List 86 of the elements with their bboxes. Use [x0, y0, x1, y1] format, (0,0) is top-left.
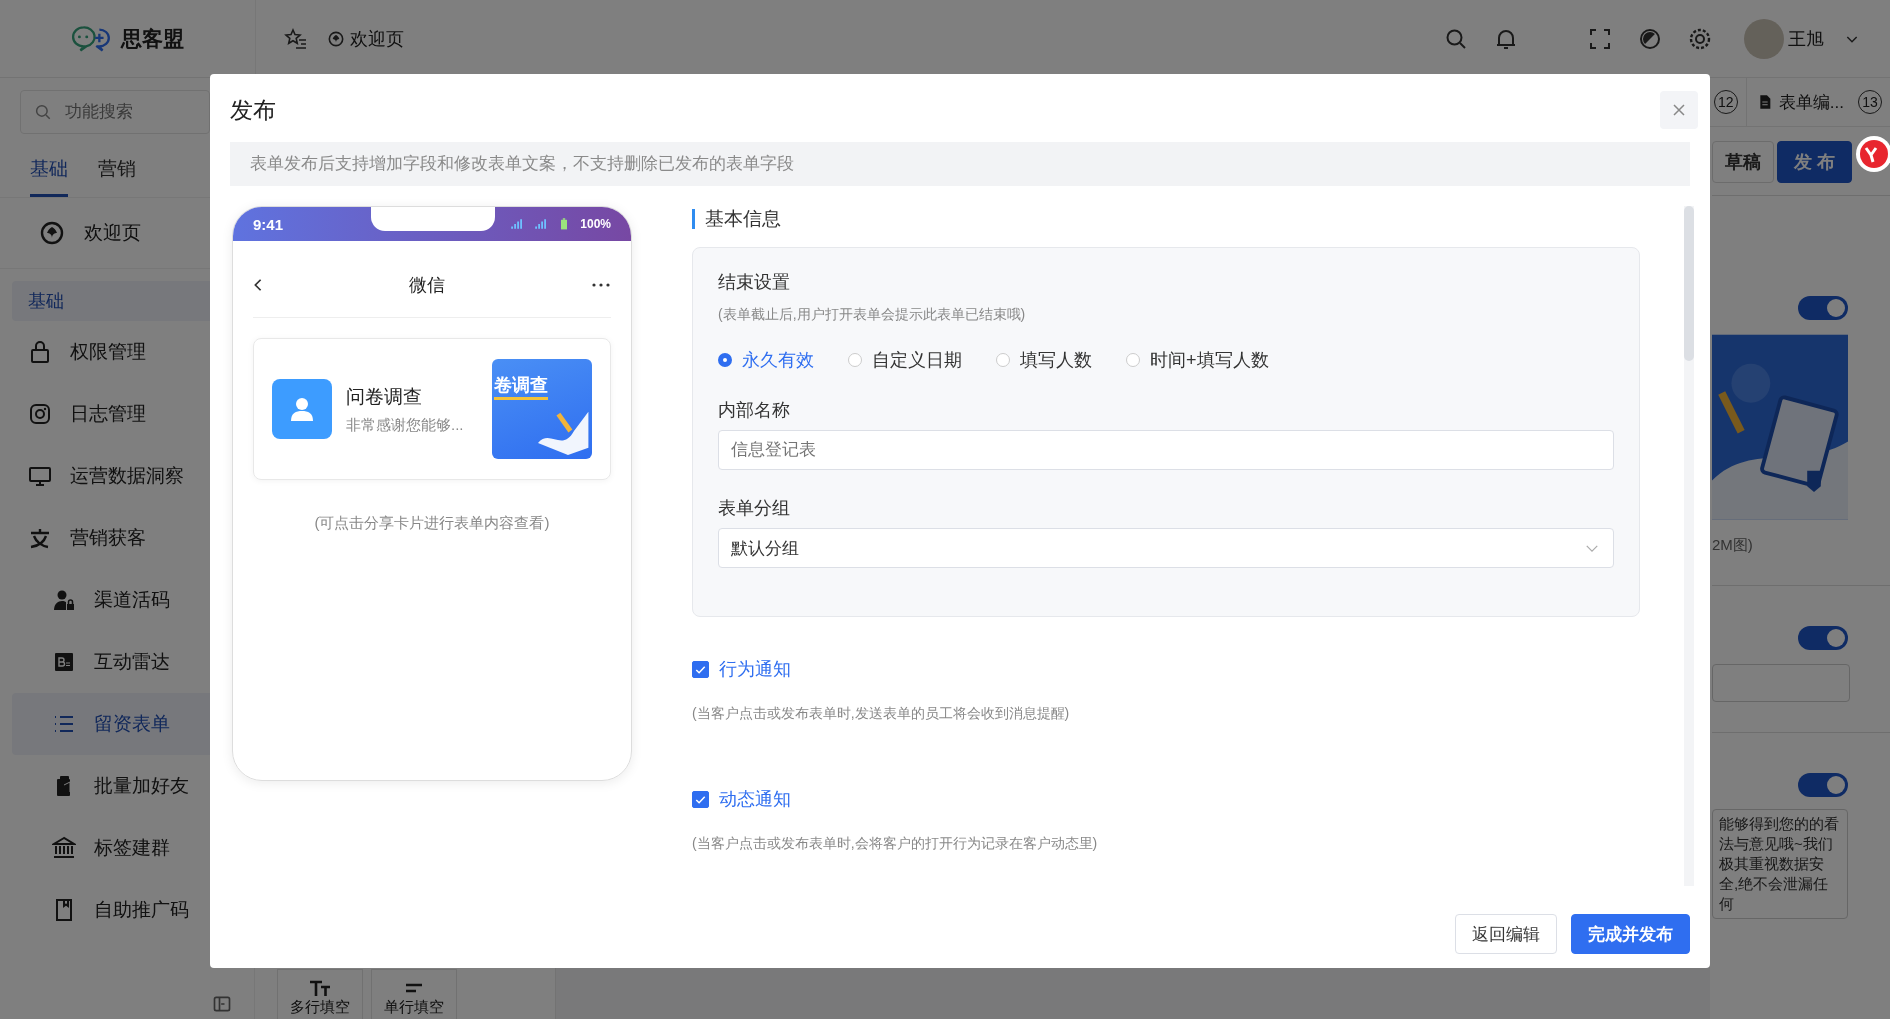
search-icon	[34, 103, 52, 121]
sidebar-item[interactable]: 运营数据洞察	[12, 445, 254, 507]
chat-title: 微信	[408, 274, 446, 297]
radio-option[interactable]: 填写人数	[996, 348, 1092, 372]
upload-hint: 2M图)	[1712, 536, 1753, 555]
action-button[interactable]: 发 布	[1777, 141, 1852, 183]
more-icon[interactable]	[591, 282, 611, 288]
page-tab[interactable]: 表单编... 13	[1745, 78, 1890, 126]
card-description: 非常感谢您能够...	[346, 415, 465, 435]
radio-option[interactable]: 永久有效	[718, 348, 814, 372]
lock-icon	[28, 340, 52, 364]
checkbox-hint: (当客户点击或发布表单时,发送表单的员工将会收到消息提醒)	[692, 705, 1070, 723]
text-size-icon	[308, 978, 332, 998]
toggle-switch[interactable]	[1798, 626, 1848, 650]
user-name[interactable]: 王旭	[1788, 26, 1824, 51]
status-time: 9:41	[253, 215, 284, 233]
action-button[interactable]: 草稿	[1712, 141, 1774, 183]
notice-bar: 表单发布后支持增加字段和修改表单文案，不支持删除已发布的表单字段	[230, 142, 1690, 186]
logo-icon	[71, 24, 113, 53]
field-type-button[interactable]: 单行填空	[371, 969, 457, 1019]
field-label: 表单分组	[718, 497, 790, 520]
search-field[interactable]: 功能搜索	[20, 90, 210, 134]
input-field[interactable]	[1712, 664, 1850, 702]
chevron-down-icon	[1585, 543, 1599, 553]
field-label: 结束设置	[718, 271, 790, 294]
scrollbar[interactable]	[1684, 206, 1694, 886]
glyph-icon	[28, 526, 52, 550]
collapse-icon[interactable]	[212, 994, 232, 1014]
checkbox[interactable]	[692, 660, 709, 678]
sidebar-item[interactable]: 自助推广码	[12, 879, 254, 941]
toggle-switch[interactable]	[1798, 773, 1848, 797]
person-lock-icon	[52, 588, 76, 612]
back-button[interactable]: 返回编辑	[1455, 914, 1557, 954]
radio-option[interactable]: 时间+填写人数	[1126, 348, 1269, 372]
fullscreen-icon[interactable]	[1588, 26, 1612, 51]
breadcrumb[interactable]: 欢迎页	[350, 26, 404, 51]
logo-text: 思客盟	[121, 25, 184, 52]
theme-icon[interactable]	[1638, 26, 1662, 51]
signal-icon	[510, 218, 523, 230]
sidebar-item[interactable]: 互动雷达	[12, 631, 254, 693]
sidebar-tab[interactable]: 营销	[98, 146, 136, 197]
floating-extension-icon[interactable]	[1854, 134, 1890, 174]
radio-button[interactable]	[1126, 353, 1140, 367]
toggle-switch[interactable]	[1798, 296, 1848, 320]
sidebar-item[interactable]: 权限管理	[12, 321, 254, 383]
sidebar-tab[interactable]: 基础	[30, 146, 68, 197]
field-label: 内部名称	[718, 399, 790, 422]
star-list-icon[interactable]	[284, 26, 308, 51]
radio-button[interactable]	[718, 353, 732, 367]
notification-checkbox[interactable]: 行为通知	[692, 657, 791, 681]
section-title: 基本信息	[692, 209, 1640, 229]
radio-option[interactable]: 自定义日期	[848, 348, 962, 372]
group-select[interactable]: 默认分组	[718, 528, 1614, 568]
sidebar-item[interactable]: 渠道活码	[12, 569, 254, 631]
welcome-icon	[40, 221, 64, 245]
sidebar-item[interactable]: 欢迎页	[84, 220, 141, 246]
survey-thumbnail: 卷调查	[492, 359, 592, 459]
radio-button[interactable]	[848, 353, 862, 367]
notification-checkbox[interactable]: 动态通知	[692, 787, 791, 811]
sidebar-item[interactable]: 日志管理	[12, 383, 254, 445]
checkbox-hint: (当客户点击或发布表单时,会将客户的打开行为记录在客户动态里)	[692, 835, 1098, 853]
signal-icon	[534, 218, 547, 230]
square-logo-icon	[52, 650, 76, 674]
dialog-title: 发布	[230, 95, 277, 125]
welcome-icon	[328, 30, 344, 47]
publish-button[interactable]: 完成并发布	[1571, 914, 1690, 954]
bank-icon	[52, 836, 76, 860]
share-card[interactable]: 问卷调查 非常感谢您能够... 卷调查	[253, 338, 611, 480]
name-input[interactable]: 信息登记表	[718, 430, 1614, 470]
radio-button[interactable]	[996, 353, 1010, 367]
settings-icon[interactable]	[1688, 26, 1712, 51]
person-icon	[272, 379, 332, 439]
checkbox[interactable]	[692, 790, 709, 808]
monitor-icon	[28, 464, 52, 488]
battery-level: 100%	[580, 217, 611, 231]
back-icon[interactable]	[253, 278, 263, 292]
preview-hint: (可点击分享卡片进行表单内容查看)	[313, 514, 551, 533]
close-icon	[1671, 102, 1687, 118]
card-title: 问卷调查	[346, 384, 423, 409]
sidebar-item[interactable]: 标签建群	[12, 817, 254, 879]
sidebar-item[interactable]: 营销获客	[12, 507, 254, 569]
field-type-button[interactable]: 多行填空	[277, 969, 363, 1019]
camera-icon	[28, 402, 52, 426]
intro-textarea[interactable]: 能够得到您的的看法与意见哦~我们极其重视数据安全,绝不会泄漏任何	[1712, 809, 1848, 919]
sidebar-item[interactable]: 批量加好友	[12, 755, 254, 817]
field-hint: (表单截止后,用户打开表单会提示此表单已结束哦)	[718, 306, 1026, 324]
